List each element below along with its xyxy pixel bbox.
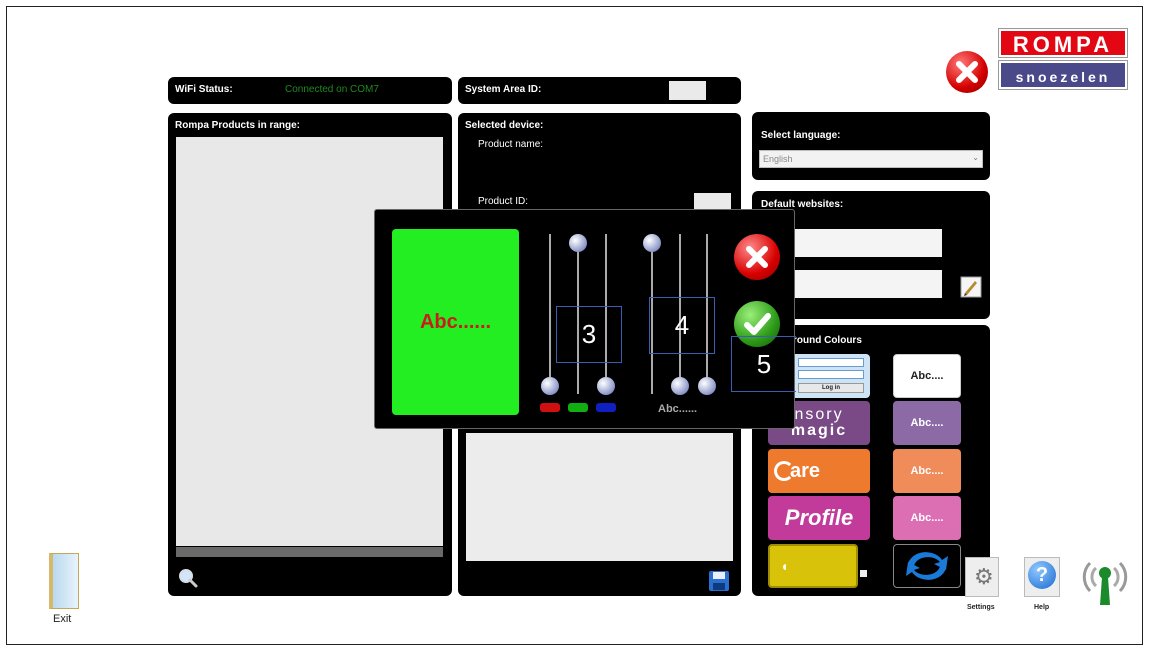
care-text: are (790, 459, 821, 482)
settings-label: Settings (967, 604, 995, 611)
annotation-box-5: 5 (731, 336, 796, 392)
pink-theme-tile[interactable]: Abc.... (893, 496, 961, 540)
purple-theme-label: Abc.... (910, 417, 944, 429)
wifi-status-panel: WiFi Status: Connected on COM7 (168, 77, 452, 104)
background-colours-title: round Colours (793, 335, 862, 346)
app-window: ROMPA snoezelen WiFi Status: Connected o… (6, 6, 1143, 645)
profile-tile[interactable]: Profile (768, 496, 870, 540)
system-area-panel: System Area ID: (458, 77, 741, 104)
language-select[interactable]: English ⌄ (759, 150, 983, 168)
red-slider-track[interactable] (549, 234, 551, 394)
refresh-tile[interactable] (893, 544, 961, 588)
device-details-area (466, 433, 733, 561)
help-icon: ? (1024, 557, 1060, 597)
yellow-theme-checkbox[interactable] (860, 570, 867, 577)
wifi-status-value: Connected on COM7 (285, 84, 379, 95)
green-slider-knob[interactable] (569, 234, 587, 252)
settings-button[interactable]: ⚙ Settings (959, 557, 1005, 617)
colour-dialog: Abc...... Abc...... 3 4 5 (374, 209, 796, 429)
white-theme-tile[interactable]: Abc.... (893, 354, 961, 398)
language-title: Select language: (761, 130, 841, 141)
white-theme-label: Abc.... (910, 370, 944, 382)
red-swatch (540, 403, 560, 412)
close-app-button[interactable] (946, 51, 988, 93)
product-name-label: Product name: (478, 139, 544, 150)
pink-theme-label: Abc.... (910, 512, 944, 524)
red-slider-knob[interactable] (541, 377, 559, 395)
colour-preview: Abc...... (392, 229, 519, 415)
wifi-status-label: WiFi Status: (175, 84, 233, 95)
search-icon[interactable] (177, 567, 199, 589)
preview-text: Abc...... (419, 310, 492, 333)
blue-swatch (596, 403, 616, 412)
logo-bottom: snoezelen (999, 61, 1127, 89)
edit-icon[interactable] (960, 276, 982, 298)
exit-label: Exit (53, 613, 72, 625)
help-button[interactable]: ? Help (1020, 557, 1066, 617)
magic-text: magic (790, 422, 848, 439)
save-icon[interactable] (708, 570, 730, 592)
chevron-down-icon: ⌄ (972, 153, 979, 162)
website-input-1[interactable] (792, 229, 942, 257)
purple-theme-tile[interactable]: Abc.... (893, 401, 961, 445)
care-tile[interactable]: are (768, 449, 870, 493)
door-icon (49, 553, 79, 609)
language-panel: Select language: English ⌄ (752, 112, 990, 180)
products-title: Rompa Products in range: (175, 120, 301, 131)
refresh-icon (906, 552, 948, 580)
system-area-input[interactable] (669, 81, 706, 100)
close-icon (956, 61, 978, 83)
wireless-antenna-icon (1082, 561, 1128, 605)
text-slider-knob-1[interactable] (643, 234, 661, 252)
orange-theme-tile[interactable]: Abc.... (893, 449, 961, 493)
orange-theme-label: Abc.... (910, 465, 944, 477)
login-button: Log in (798, 383, 864, 393)
language-selected: English (763, 154, 793, 164)
green-swatch (568, 403, 588, 412)
text-colour-label: Abc...... (658, 403, 698, 415)
product-id-label: Product ID: (478, 196, 529, 207)
close-icon (746, 246, 768, 268)
annotation-box-3: 3 (556, 306, 622, 363)
exit-button[interactable]: Exit (41, 553, 89, 633)
help-label: Help (1034, 604, 1050, 611)
selected-device-title: Selected device: (465, 120, 544, 131)
annotation-box-4: 4 (649, 297, 715, 354)
text-slider-knob-2[interactable] (671, 377, 689, 395)
logo-top: ROMPA (999, 29, 1127, 57)
gear-icon: ⚙ (965, 557, 999, 597)
website-input-2[interactable] (792, 270, 942, 298)
sensory-text: nsory (794, 406, 844, 423)
sound-icon: ◖ (780, 558, 789, 574)
text-slider-knob-3[interactable] (698, 377, 716, 395)
profile-text: Profile (784, 505, 854, 530)
blue-slider-knob[interactable] (597, 377, 615, 395)
dialog-cancel-button[interactable] (734, 234, 780, 280)
login-field-1 (798, 358, 864, 367)
wireless-button[interactable] (1080, 555, 1130, 607)
yellow-theme-tile[interactable]: ◖ (768, 544, 858, 588)
login-field-2 (798, 370, 864, 379)
system-area-label: System Area ID: (465, 84, 542, 95)
products-scrollbar[interactable] (176, 547, 443, 557)
rompa-logo: ROMPA snoezelen (999, 29, 1127, 91)
